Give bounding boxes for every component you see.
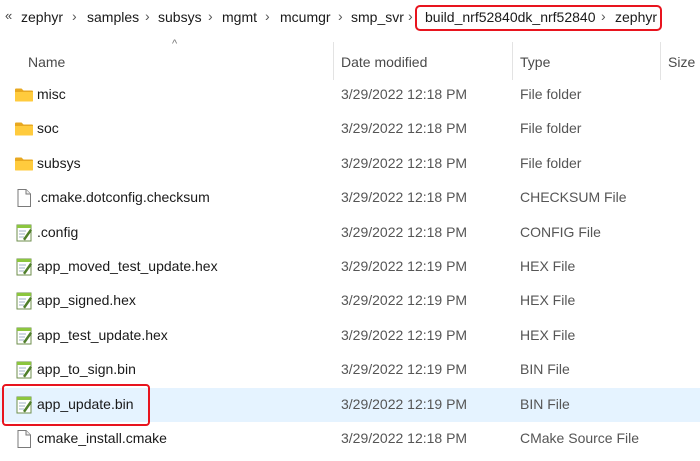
folder-icon xyxy=(14,119,34,139)
file-name: app_to_sign.bin xyxy=(37,361,136,378)
file-date-modified: 3/29/2022 12:18 PM xyxy=(341,154,468,171)
file-type: BIN File xyxy=(520,395,570,412)
file-name: .cmake.dotconfig.checksum xyxy=(37,189,210,206)
file-row[interactable]: app_to_sign.bin 3/29/2022 12:19 PM BIN Fil… xyxy=(0,353,700,387)
file-type: File folder xyxy=(520,120,582,137)
file-date-modified: 3/29/2022 12:18 PM xyxy=(341,223,468,240)
column-header-date[interactable]: Date modified xyxy=(341,54,427,70)
column-divider[interactable] xyxy=(660,42,661,80)
file-row[interactable]: app_signed.hex 3/29/2022 12:19 PM HEX File xyxy=(0,284,700,318)
file-row[interactable]: .cmake.dotconfig.checksum 3/29/2022 12:18… xyxy=(0,181,700,215)
notepad-file-icon xyxy=(14,326,34,346)
chevron-right-icon[interactable]: › xyxy=(408,8,413,24)
file-row[interactable]: .config 3/29/2022 12:18 PM CONFIG File xyxy=(0,216,700,250)
folder-icon xyxy=(14,85,34,105)
notepad-file-icon xyxy=(14,360,34,380)
file-date-modified: 3/29/2022 12:19 PM xyxy=(341,395,468,412)
file-type: File folder xyxy=(520,86,582,102)
file-type: CHECKSUM File xyxy=(520,189,627,206)
file-date-modified: 3/29/2022 12:19 PM xyxy=(341,361,468,378)
file-name: .config xyxy=(37,223,79,240)
breadcrumb-item-mcumgr[interactable]: mcumgr xyxy=(280,9,331,25)
file-type: File folder xyxy=(520,154,582,171)
notepad-file-icon xyxy=(14,223,34,243)
chevron-right-icon[interactable]: › xyxy=(265,8,270,24)
sort-ascending-icon: ^ xyxy=(172,38,178,50)
folder-icon xyxy=(14,154,34,174)
file-date-modified: 3/29/2022 12:19 PM xyxy=(341,292,468,309)
file-date-modified: 3/29/2022 12:18 PM xyxy=(341,430,468,446)
file-name: soc xyxy=(37,120,59,137)
column-header-size[interactable]: Size xyxy=(668,54,695,70)
column-divider[interactable] xyxy=(512,42,513,80)
file-date-modified: 3/29/2022 12:19 PM xyxy=(341,258,468,274)
file-name: misc xyxy=(37,86,66,102)
file-name: app_moved_test_update.hex xyxy=(37,258,218,274)
highlight-box xyxy=(415,5,662,31)
file-date-modified: 3/29/2022 12:19 PM xyxy=(341,326,468,343)
chevron-right-icon[interactable]: › xyxy=(145,8,150,24)
breadcrumb-item-samples[interactable]: samples xyxy=(87,9,139,25)
file-row[interactable]: misc 3/29/2022 12:18 PM File folder xyxy=(0,78,700,112)
column-divider[interactable] xyxy=(333,42,334,80)
file-type: HEX File xyxy=(520,326,576,343)
highlight-box xyxy=(2,384,150,426)
breadcrumb-overflow-button[interactable]: « xyxy=(5,8,12,23)
file-row[interactable]: app_test_update.hex 3/29/2022 12:19 PM HEX… xyxy=(0,319,700,353)
file-type: HEX File xyxy=(520,258,576,274)
file-row[interactable]: app_moved_test_update.hex 3/29/2022 12:19… xyxy=(0,250,700,284)
file-row[interactable]: soc 3/29/2022 12:18 PM File folder xyxy=(0,112,700,146)
file-name: cmake_install.cmake xyxy=(37,430,167,446)
breadcrumb-item-smp-svr[interactable]: smp_svr xyxy=(351,9,404,25)
file-name: app_signed.hex xyxy=(37,292,136,309)
file-type: BIN File xyxy=(520,361,570,378)
column-header-type[interactable]: Type xyxy=(520,54,550,70)
breadcrumb-item-mgmt[interactable]: mgmt xyxy=(222,9,257,25)
file-name: subsys xyxy=(37,154,81,171)
file-row[interactable]: subsys 3/29/2022 12:18 PM File folder xyxy=(0,147,700,181)
blank-file-icon xyxy=(14,188,34,208)
column-header-name[interactable]: Name xyxy=(28,54,65,70)
breadcrumb-item-subsys[interactable]: subsys xyxy=(158,9,202,25)
file-date-modified: 3/29/2022 12:18 PM xyxy=(341,86,468,102)
file-type: CONFIG File xyxy=(520,223,601,240)
notepad-file-icon xyxy=(14,257,34,277)
file-type: HEX File xyxy=(520,292,576,309)
notepad-file-icon xyxy=(14,291,34,311)
breadcrumb-item-zephyr[interactable]: zephyr xyxy=(21,9,63,25)
chevron-right-icon[interactable]: › xyxy=(72,8,77,24)
chevron-right-icon[interactable]: › xyxy=(208,8,213,24)
file-row[interactable]: cmake_install.cmake 3/29/2022 12:18 PM CMa… xyxy=(0,422,700,456)
breadcrumb: « zephyr › samples › subsys › mgmt › mcu… xyxy=(0,0,700,38)
column-headers: Name Date modified Type Size xyxy=(0,40,700,82)
chevron-right-icon[interactable]: › xyxy=(338,8,343,24)
file-type: CMake Source File xyxy=(520,430,640,446)
file-date-modified: 3/29/2022 12:18 PM xyxy=(341,189,468,206)
file-name: app_test_update.hex xyxy=(37,326,168,343)
blank-file-icon xyxy=(14,429,34,449)
file-date-modified: 3/29/2022 12:18 PM xyxy=(341,120,468,137)
